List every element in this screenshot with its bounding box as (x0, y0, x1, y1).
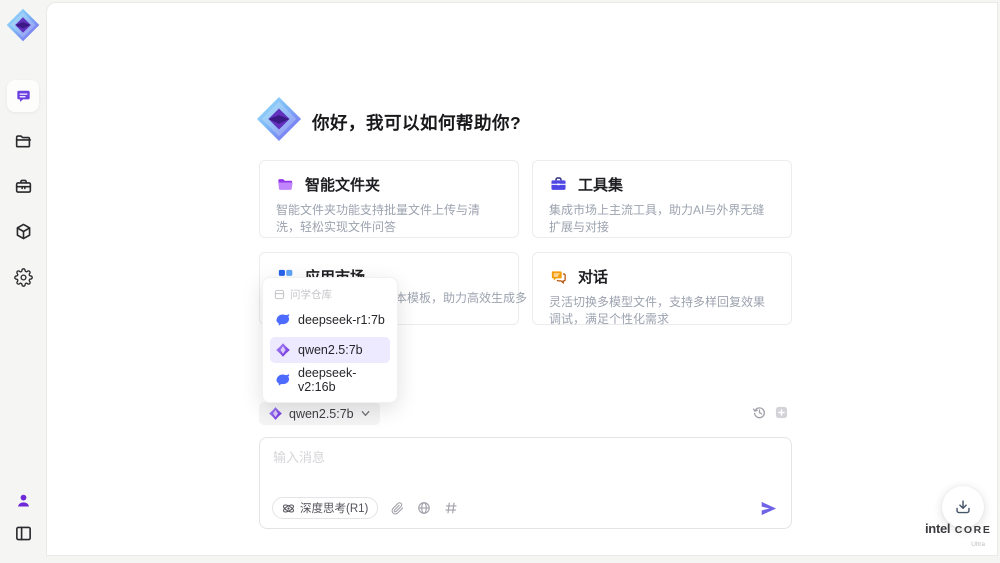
card-title: 对话 (578, 269, 609, 286)
model-selector[interactable]: qwen2.5:7b (259, 402, 380, 425)
history-icon[interactable] (752, 405, 767, 425)
download-icon (956, 500, 970, 514)
card-title: 工具集 (578, 177, 624, 194)
model-option-deepseek-v2[interactable]: deepseek-v2:16b (270, 366, 390, 394)
model-option-label: deepseek-v2:16b (298, 366, 357, 394)
qwen-icon (269, 407, 282, 420)
cube-icon (16, 223, 30, 239)
deepseek-whale-icon (276, 374, 290, 386)
model-option-deepseek-r1[interactable]: deepseek-r1:7b (270, 307, 390, 333)
card-description-fragment: 本模板，助力高效生成多 (395, 291, 528, 305)
composer: 深度思考(R1) (259, 437, 792, 529)
model-option-qwen25[interactable]: qwen2.5:7b (270, 337, 390, 363)
ultra-label: Ultra (971, 541, 985, 548)
intel-core-badge: intel core Ultra (925, 522, 991, 551)
model-dropdown-header: 问学仓库 (270, 285, 390, 303)
chevron-down-icon (361, 411, 369, 416)
blue-briefcase-icon (551, 177, 566, 190)
atom-icon (283, 504, 294, 512)
hash-icon[interactable] (444, 501, 458, 515)
model-dropdown-header-label: 问学仓库 (290, 288, 332, 301)
core-wordmark: core (954, 524, 992, 536)
sidebar-item-account[interactable] (7, 486, 39, 514)
card-smart-folder[interactable]: 智能文件夹 智能文件夹功能支持批量文件上传与清洗，轻松实现文件问答 (259, 160, 519, 238)
intel-wordmark: intel (925, 521, 951, 536)
sidebar-item-panel-toggle[interactable] (7, 517, 39, 549)
message-input[interactable] (273, 447, 773, 493)
greeting-logo-icon (256, 96, 302, 142)
greeting-title: 你好，我可以如何帮助你? (312, 113, 522, 133)
new-chat-icon[interactable] (775, 406, 788, 424)
card-conversation[interactable]: 对话 灵活切换多模型文件，支持多样回复效果调试，满足个性化需求 (532, 252, 792, 326)
yellow-chat-icon (551, 271, 566, 285)
deep-think-label: 深度思考(R1) (300, 503, 369, 515)
sidebar (0, 0, 46, 563)
qwen-icon (276, 343, 290, 357)
model-option-label: deepseek-r1:7b (298, 313, 385, 327)
paperclip-icon[interactable] (391, 501, 404, 515)
briefcase-icon (15, 179, 31, 193)
card-description: 集成市场上主流工具，助力AI与外界无缝扩展与对接 (549, 203, 765, 234)
sidebar-item-toolbox[interactable] (7, 170, 39, 202)
model-selector-label: qwen2.5:7b (289, 406, 354, 421)
model-option-label: qwen2.5:7b (298, 343, 363, 357)
person-icon (17, 494, 29, 506)
card-toolset[interactable]: 工具集 集成市场上主流工具，助力AI与外界无缝扩展与对接 (532, 160, 792, 238)
sidebar-item-settings[interactable] (7, 261, 39, 293)
globe-icon[interactable] (417, 501, 431, 515)
card-title: 智能文件夹 (305, 177, 381, 194)
deepseek-whale-icon (276, 314, 290, 326)
app-logo-icon (6, 8, 40, 42)
send-icon[interactable] (759, 499, 778, 518)
gear-icon (13, 267, 33, 287)
sidebar-item-folders[interactable] (7, 125, 39, 157)
card-description: 灵活切换多模型文件，支持多样回复效果调试，满足个性化需求 (549, 295, 766, 326)
sidebar-item-chat[interactable] (7, 80, 39, 112)
folder-icon (15, 134, 31, 148)
sidebar-item-apps[interactable] (7, 215, 39, 247)
purple-folder-icon (278, 179, 293, 190)
panel-layout-icon (15, 526, 31, 540)
model-dropdown: 问学仓库 deepseek-r1:7b qwen2.5:7b deepseek-… (262, 277, 398, 403)
card-description: 智能文件夹功能支持批量文件上传与清洗，轻松实现文件问答 (276, 203, 481, 234)
deep-think-toggle[interactable]: 深度思考(R1) (272, 497, 379, 519)
chat-bubble-icon (16, 90, 30, 102)
repository-icon (274, 289, 285, 299)
